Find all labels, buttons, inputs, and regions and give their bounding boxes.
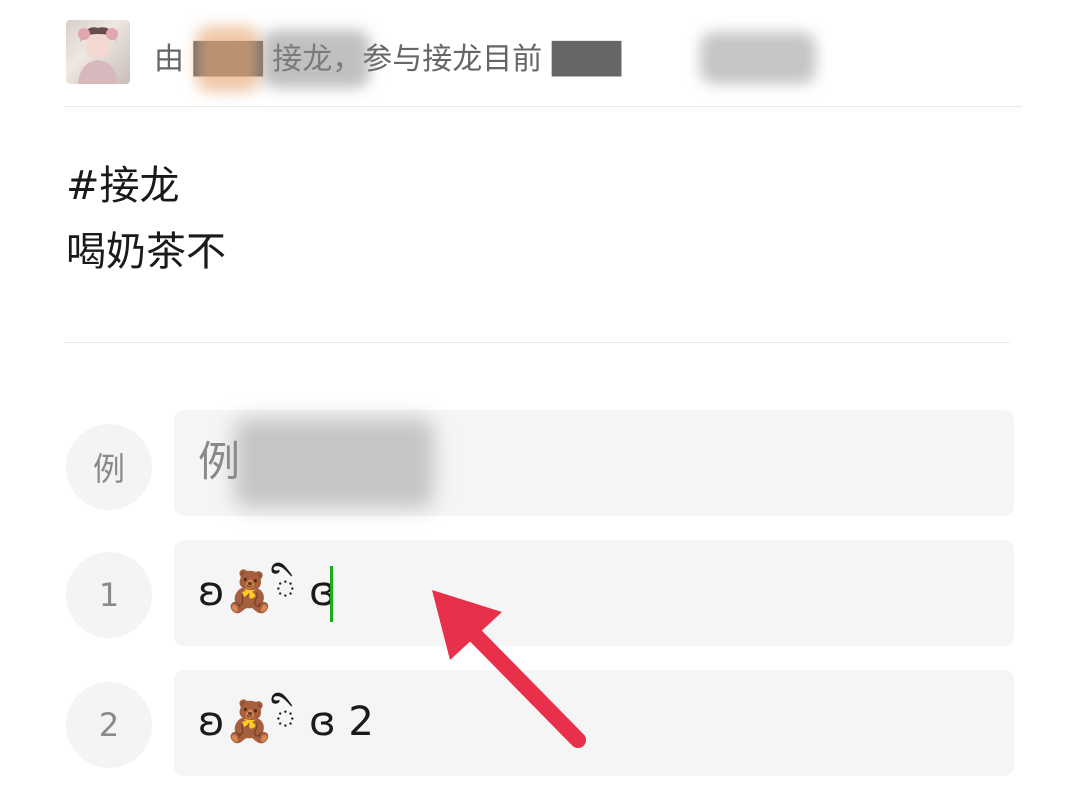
- entry-text: ʚ🧸ི ɞ 2: [198, 699, 374, 745]
- divider: [64, 342, 1010, 343]
- row-number: 1: [66, 552, 152, 638]
- entry-text: ʚ🧸ི ɞ: [198, 569, 336, 615]
- example-entry: 例: [174, 410, 1014, 516]
- topic-tag[interactable]: #接龙: [66, 160, 180, 212]
- redacted-name: [262, 30, 370, 88]
- header-bar: 由 ███ 接龙，参与接龙目前 ███: [0, 0, 1080, 108]
- row-number: 2: [66, 682, 152, 768]
- redacted-count: [700, 32, 816, 84]
- redacted-example: [234, 418, 434, 508]
- post-body: 喝奶茶不: [66, 229, 226, 275]
- red-arrow-icon: [432, 590, 586, 748]
- text-cursor: [330, 566, 333, 622]
- row-number: 例: [66, 424, 152, 510]
- avatar[interactable]: [66, 20, 130, 84]
- redacted-name: [196, 26, 260, 92]
- divider: [64, 106, 1022, 107]
